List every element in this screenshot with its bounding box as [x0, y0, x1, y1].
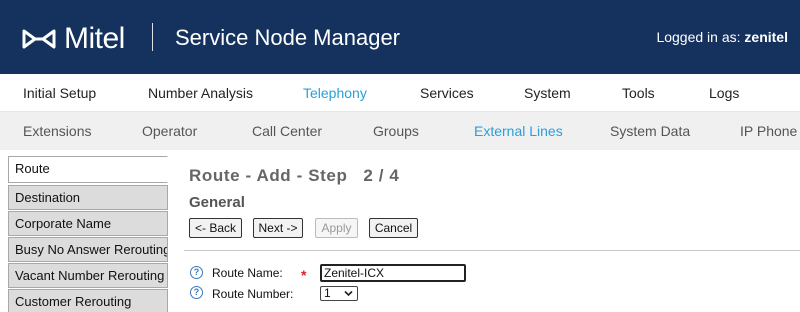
route-name-label: Route Name: [212, 266, 283, 280]
mitel-logo-icon [22, 29, 56, 49]
apply-button: Apply [315, 218, 358, 238]
side-tab-vacant-number-rerouting[interactable]: Vacant Number Rerouting [8, 263, 168, 288]
nav-logs[interactable]: Logs [709, 85, 739, 101]
subnav-groups[interactable]: Groups [373, 123, 419, 139]
back-button[interactable]: <- Back [189, 218, 242, 238]
section-title: General [189, 194, 245, 211]
required-marker: * [301, 267, 307, 283]
nav-number-analysis[interactable]: Number Analysis [148, 85, 253, 101]
side-tab-customer-rerouting[interactable]: Customer Rerouting [8, 289, 168, 312]
side-tab-destination[interactable]: Destination [8, 185, 168, 210]
login-prefix: Logged in as: [656, 29, 741, 45]
next-button[interactable]: Next -> [253, 218, 303, 238]
subnav-ip-phone[interactable]: IP Phone [740, 123, 797, 139]
secondary-nav: Extensions Operator Call Center Groups E… [0, 112, 800, 150]
logged-in-status: Logged in as: zenitel [656, 28, 788, 46]
route-name-input[interactable]: Zenitel-ICX [320, 264, 466, 282]
nav-services[interactable]: Services [420, 85, 474, 101]
page-title: Route - Add - Step 2 / 4 [189, 166, 400, 185]
subnav-call-center[interactable]: Call Center [252, 123, 322, 139]
username: zenitel [744, 29, 788, 45]
app-title: Service Node Manager [175, 25, 401, 50]
subnav-system-data[interactable]: System Data [610, 123, 690, 139]
side-tab-corporate-name[interactable]: Corporate Name [8, 211, 168, 236]
chevron-down-icon [344, 290, 353, 297]
mitel-logo[interactable]: Mitel [22, 24, 125, 54]
nav-initial-setup[interactable]: Initial Setup [23, 85, 96, 101]
subnav-operator[interactable]: Operator [142, 123, 197, 139]
nav-tools[interactable]: Tools [622, 85, 655, 101]
side-tab-route[interactable]: Route [8, 156, 168, 183]
brand-name: Mitel [64, 22, 125, 55]
help-icon[interactable]: ? [190, 286, 203, 299]
route-number-value: 1 [324, 286, 331, 300]
app-header: Mitel Service Node Manager Logged in as:… [0, 0, 800, 74]
route-number-label: Route Number: [212, 287, 294, 301]
nav-system[interactable]: System [524, 85, 571, 101]
help-icon[interactable]: ? [190, 266, 203, 279]
subnav-external-lines[interactable]: External Lines [474, 123, 563, 139]
subnav-extensions[interactable]: Extensions [23, 123, 91, 139]
nav-telephony[interactable]: Telephony [303, 85, 367, 101]
divider [184, 250, 800, 251]
primary-nav: Initial Setup Number Analysis Telephony … [0, 74, 800, 112]
route-number-select[interactable]: 1 [320, 286, 358, 301]
cancel-button[interactable]: Cancel [369, 218, 418, 238]
header-divider [152, 23, 153, 51]
side-tab-busy-no-answer-rerouting[interactable]: Busy No Answer Rerouting [8, 237, 168, 262]
